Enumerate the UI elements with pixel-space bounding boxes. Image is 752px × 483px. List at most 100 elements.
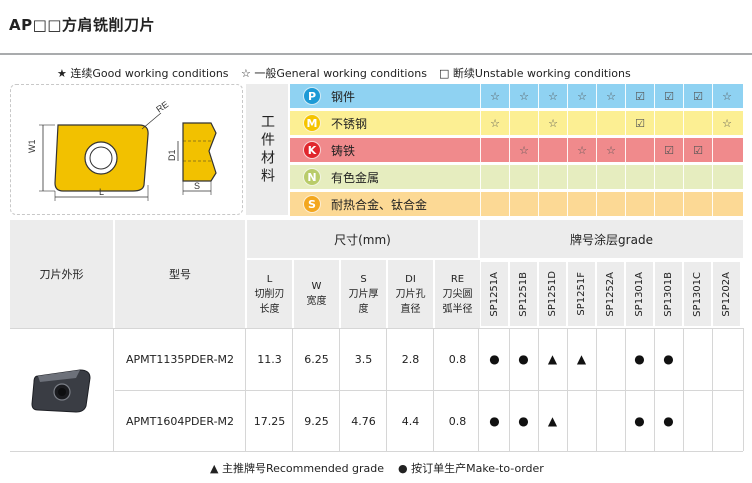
material-grade-mark: [596, 165, 625, 189]
material-grade-mark: [567, 111, 596, 135]
dim-header-re: RE 刀尖圆弧半径: [435, 260, 480, 328]
material-grade-mark: ☑: [654, 84, 683, 108]
dim-name: 宽度: [306, 296, 327, 307]
label-d1: D1: [167, 149, 177, 161]
product-grade-mark: ●: [663, 414, 674, 428]
grade-header-label: SP1202A: [721, 271, 732, 317]
material-name: N 有色金属: [290, 165, 480, 189]
table-line: [567, 328, 568, 451]
grade-header-label: SP1251A: [489, 271, 500, 317]
insert-diagram: W1 L RE D1 S: [10, 84, 243, 215]
table-line: [683, 328, 684, 451]
product-grade-mark: ●: [489, 414, 500, 428]
material-grade-mark: ☆: [596, 138, 625, 162]
material-grade-mark: ☆: [567, 84, 596, 108]
table-line: [113, 328, 114, 451]
material-letter-icon: K: [303, 141, 321, 159]
product-grade-mark: [683, 329, 712, 389]
legend-make-to-order: ● 按订单生产Make-to-order: [398, 462, 544, 475]
material-grade-mark: [625, 165, 654, 189]
material-name-text: 有色金属: [331, 170, 380, 185]
dim-symbol: DI: [405, 273, 416, 285]
material-grade-mark: [480, 192, 509, 216]
header-shape: 刀片外形: [10, 220, 113, 328]
material-grade-mark: ☆: [509, 84, 538, 108]
material-letter-icon: M: [303, 114, 321, 132]
grade-header: SP1251D: [539, 262, 566, 326]
table-line: [509, 328, 510, 451]
material-grade-mark: [480, 138, 509, 162]
table-line: [712, 328, 713, 451]
product-grade-mark: [596, 329, 625, 389]
legend-general: ☆ 一般General working conditions: [241, 67, 427, 80]
header-grade: 牌号涂层grade: [480, 220, 743, 258]
insert-drawing: W1 L RE D1 S: [27, 99, 217, 201]
label-s: S: [194, 181, 200, 191]
material-name: P 钢件: [290, 84, 480, 108]
grade-header: SP1301B: [655, 262, 682, 326]
material-grade-mark: [712, 192, 741, 216]
dim-header-l: L 切削刃长度: [247, 260, 292, 328]
grade-header: SP1202A: [713, 262, 740, 326]
material-grade-mark: [509, 165, 538, 189]
insert-photo: [30, 366, 94, 418]
material-name: K 铸铁: [290, 138, 480, 162]
material-row-n: N 有色金属: [290, 165, 743, 189]
product-grade-mark: ▲: [576, 352, 587, 366]
product-grade-mark: ▲: [547, 414, 558, 428]
material-grade-mark: ☆: [567, 138, 596, 162]
material-grade-mark: ☑: [625, 84, 654, 108]
material-grade-mark: [596, 111, 625, 135]
label-re: RE: [154, 99, 170, 114]
material-name-text: 铸铁: [331, 143, 356, 158]
material-letter-icon: S: [303, 195, 321, 213]
product-dim-s: 4.76: [351, 414, 376, 428]
dim-header-s: S 刀片厚度: [341, 260, 386, 328]
dim-symbol: W: [311, 281, 322, 292]
header-size: 尺寸(mm): [247, 220, 478, 258]
material-grade-mark: [712, 138, 741, 162]
material-grade-mark: [654, 192, 683, 216]
product-grade-mark: [712, 329, 741, 389]
material-grade-mark: [683, 192, 712, 216]
material-letter-icon: N: [303, 168, 321, 186]
material-label: 工件材料: [246, 84, 288, 215]
material-name-text: 耐热合金、钛合金: [331, 197, 428, 212]
label-w1: W1: [27, 140, 37, 154]
product-dim-re: 0.8: [448, 414, 467, 428]
dim-name: 刀片厚度: [348, 288, 379, 315]
product-grade-mark: ●: [634, 352, 645, 366]
label-l: L: [99, 187, 104, 197]
grade-header-label: SP1251D: [547, 271, 558, 317]
table-line: [596, 328, 597, 451]
material-grade-mark: [538, 192, 567, 216]
legend-unstable: □ 断续Unstable working conditions: [439, 67, 631, 80]
material-grade-mark: [683, 165, 712, 189]
dim-symbol: L: [266, 273, 273, 285]
material-grade-mark: [567, 165, 596, 189]
product-dim-di: 4.4: [401, 414, 420, 428]
material-grade-mark: [654, 165, 683, 189]
material-grade-mark: [596, 192, 625, 216]
grade-header-label: SP1301B: [663, 271, 674, 317]
product-grade-mark: [567, 391, 596, 451]
material-row-k: K 铸铁 ☆ ☆ ☆ ☑ ☑: [290, 138, 743, 162]
material-name: M 不锈钢: [290, 111, 480, 135]
dim-name: 刀尖圆弧半径: [442, 288, 473, 315]
dim-symbol: RE: [450, 273, 465, 285]
material-grade-mark: ☑: [654, 138, 683, 162]
material-grade-mark: ☆: [480, 84, 509, 108]
product-dim-l: 11.3: [257, 352, 282, 366]
grade-header-label: SP1251F: [576, 272, 587, 316]
product-grade-mark: [712, 391, 741, 451]
table-line: [292, 328, 293, 451]
grade-header: SP1301C: [684, 262, 711, 326]
material-grade-mark: [654, 111, 683, 135]
material-grade-mark: ☆: [596, 84, 625, 108]
material-name-text: 钢件: [331, 89, 356, 104]
product-dim-l: 17.25: [253, 414, 286, 428]
material-grade-mark: ☆: [538, 111, 567, 135]
material-grade-mark: ☑: [625, 111, 654, 135]
material-grade-mark: [625, 192, 654, 216]
table-line: [10, 451, 743, 452]
